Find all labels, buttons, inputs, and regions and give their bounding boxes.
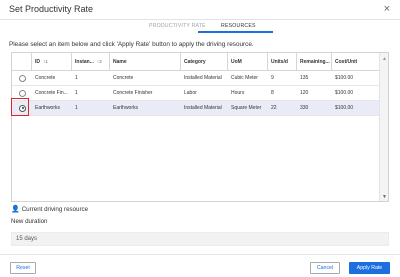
table-row[interactable]: Concrete Fin... 1 Concrete Finisher Labo… <box>12 86 380 101</box>
cell-category: Labor <box>184 90 197 96</box>
column-header-id[interactable]: ID ↑1 <box>33 53 71 70</box>
driving-resource-label: Current driving resource <box>21 205 89 213</box>
tab-resources[interactable]: RESOURCES <box>221 23 256 29</box>
cell-id: Earthworks <box>35 105 61 111</box>
cell-uom: Cubic Meter <box>231 75 258 81</box>
new-duration-field: 15 days <box>11 232 389 246</box>
column-header-cost-unit[interactable]: Cost/Unit <box>333 53 373 70</box>
cell-id: Concrete <box>35 75 56 81</box>
dialog-header: Set Productivity Rate × <box>0 0 400 20</box>
table-header-row: ID ↑1 Instan... ↑2 Name Category UoM Units… <box>12 53 380 71</box>
vertical-scrollbar[interactable]: ▲ ▼ <box>379 53 388 201</box>
row-select-radio[interactable] <box>19 74 26 82</box>
sort-asc-icon: ↑2 <box>96 59 102 64</box>
column-header-category[interactable]: Category <box>182 53 227 70</box>
cell-instance: 1 <box>75 75 78 81</box>
cell-cost-unit: $100.00 <box>335 105 354 111</box>
scroll-up-icon[interactable]: ▲ <box>382 56 387 62</box>
row-select-radio[interactable] <box>19 89 26 97</box>
table-row-selected[interactable]: Earthworks 1 Earthworks Installed Materi… <box>12 101 380 116</box>
dialog-footer: Reset Cancel Apply Rate <box>0 254 400 277</box>
column-header-uom[interactable]: UoM <box>229 53 267 70</box>
cell-remaining: 135 <box>300 75 309 81</box>
cell-cost-unit: $100.00 <box>335 75 354 81</box>
tab-productivity-rate[interactable]: PRODUCTIVITY RATE <box>149 23 206 29</box>
resources-table: ID ↑1 Instan... ↑2 Name Category UoM Units… <box>11 52 389 202</box>
cell-instance: 1 <box>75 90 78 96</box>
tab-bar: PRODUCTIVITY RATE RESOURCES <box>0 20 400 34</box>
cell-units: 9 <box>271 75 274 81</box>
cell-name: Concrete <box>113 75 134 81</box>
table-row[interactable]: Concrete 1 Concrete Installed Material C… <box>12 71 380 86</box>
selection-highlight-box <box>11 98 29 116</box>
dialog-title: Set Productivity Rate <box>9 4 94 14</box>
scroll-down-icon[interactable]: ▼ <box>382 194 387 200</box>
column-header-instance[interactable]: Instan... ↑2 <box>73 53 109 70</box>
cell-instance: 1 <box>75 105 78 111</box>
apply-rate-button[interactable]: Apply Rate <box>349 262 390 274</box>
cell-name: Concrete Finisher <box>113 90 153 96</box>
new-duration-label: New duration <box>11 218 48 225</box>
cell-remaining: 330 <box>300 105 309 111</box>
sort-asc-icon: ↑1 <box>43 59 48 64</box>
active-tab-indicator <box>198 31 273 33</box>
person-icon: 👤 <box>11 206 20 213</box>
close-icon[interactable]: × <box>384 2 390 16</box>
instruction-text: Please select an item below and click 'A… <box>9 41 254 48</box>
cell-uom: Hours <box>231 90 245 96</box>
cancel-button[interactable]: Cancel <box>310 262 340 274</box>
cell-category: Installed Material <box>184 75 222 81</box>
column-header-units[interactable]: Units/d <box>269 53 296 70</box>
cell-id: Concrete Fin... <box>35 90 68 96</box>
cell-units: 22 <box>271 105 277 111</box>
cell-remaining: 120 <box>300 90 309 96</box>
reset-button[interactable]: Reset <box>10 262 36 274</box>
cell-category: Installed Material <box>184 105 222 111</box>
current-driving-resource: 👤 Current driving resource <box>11 205 89 214</box>
cell-name: Earthworks <box>113 105 139 111</box>
cell-units: 8 <box>271 90 274 96</box>
column-header-remaining[interactable]: Remaining... <box>298 53 331 70</box>
cell-uom: Square Meter <box>231 105 262 111</box>
cell-cost-unit: $100.00 <box>335 90 354 96</box>
column-header-name[interactable]: Name <box>111 53 180 70</box>
